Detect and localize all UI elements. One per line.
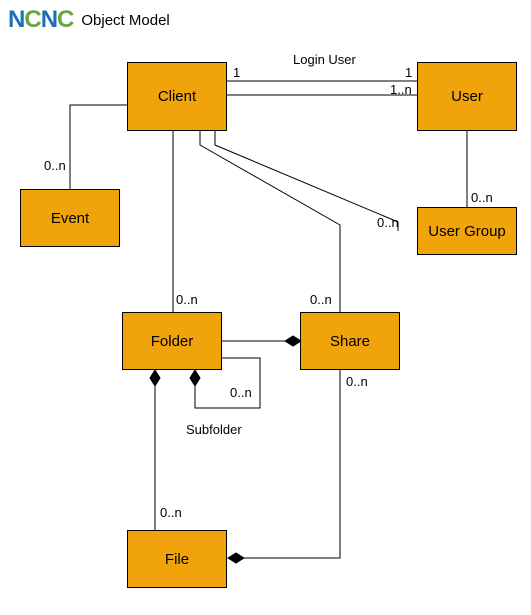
rel-client-folder-mult: 0..n — [176, 292, 198, 307]
rel-login-user-mult-left: 1 — [233, 65, 240, 80]
rel-client-user-mult: 1..n — [390, 82, 412, 97]
rel-client-share-mult: 0..n — [310, 292, 332, 307]
entity-label: User Group — [428, 223, 506, 240]
rel-login-user-label: Login User — [293, 52, 356, 67]
logo: NCNC — [8, 6, 73, 34]
entity-label: Event — [51, 210, 89, 227]
page-title: Object Model — [81, 12, 169, 29]
header: NCNC Object Model — [8, 6, 170, 34]
entity-user: User — [417, 62, 517, 131]
rel-client-event-mult: 0..n — [44, 158, 66, 173]
logo-letter: N — [8, 6, 24, 33]
entity-label: Share — [330, 333, 370, 350]
entity-event: Event — [20, 189, 120, 247]
rel-client-group-mult: 0..n — [377, 215, 399, 230]
rel-folder-file-mult: 0..n — [160, 505, 182, 520]
entity-label: Folder — [151, 333, 194, 350]
rel-login-user-mult-right: 1 — [405, 65, 412, 80]
rel-user-group-mult: 0..n — [471, 190, 493, 205]
entity-user-group: User Group — [417, 207, 517, 255]
entity-label: User — [451, 88, 483, 105]
entity-label: File — [165, 551, 189, 568]
rel-subfolder-mult: 0..n — [230, 385, 252, 400]
rel-subfolder-label: Subfolder — [186, 422, 242, 437]
entity-client: Client — [127, 62, 227, 131]
entity-label: Client — [158, 88, 196, 105]
entity-share: Share — [300, 312, 400, 370]
entity-folder: Folder — [122, 312, 222, 370]
entity-file: File — [127, 530, 227, 588]
logo-letter: C — [57, 6, 73, 33]
logo-letter: C — [24, 6, 40, 33]
rel-share-file-mult: 0..n — [346, 374, 368, 389]
diagram-canvas: NCNC Object Model Client User — [0, 0, 531, 615]
logo-letter: N — [41, 6, 57, 33]
